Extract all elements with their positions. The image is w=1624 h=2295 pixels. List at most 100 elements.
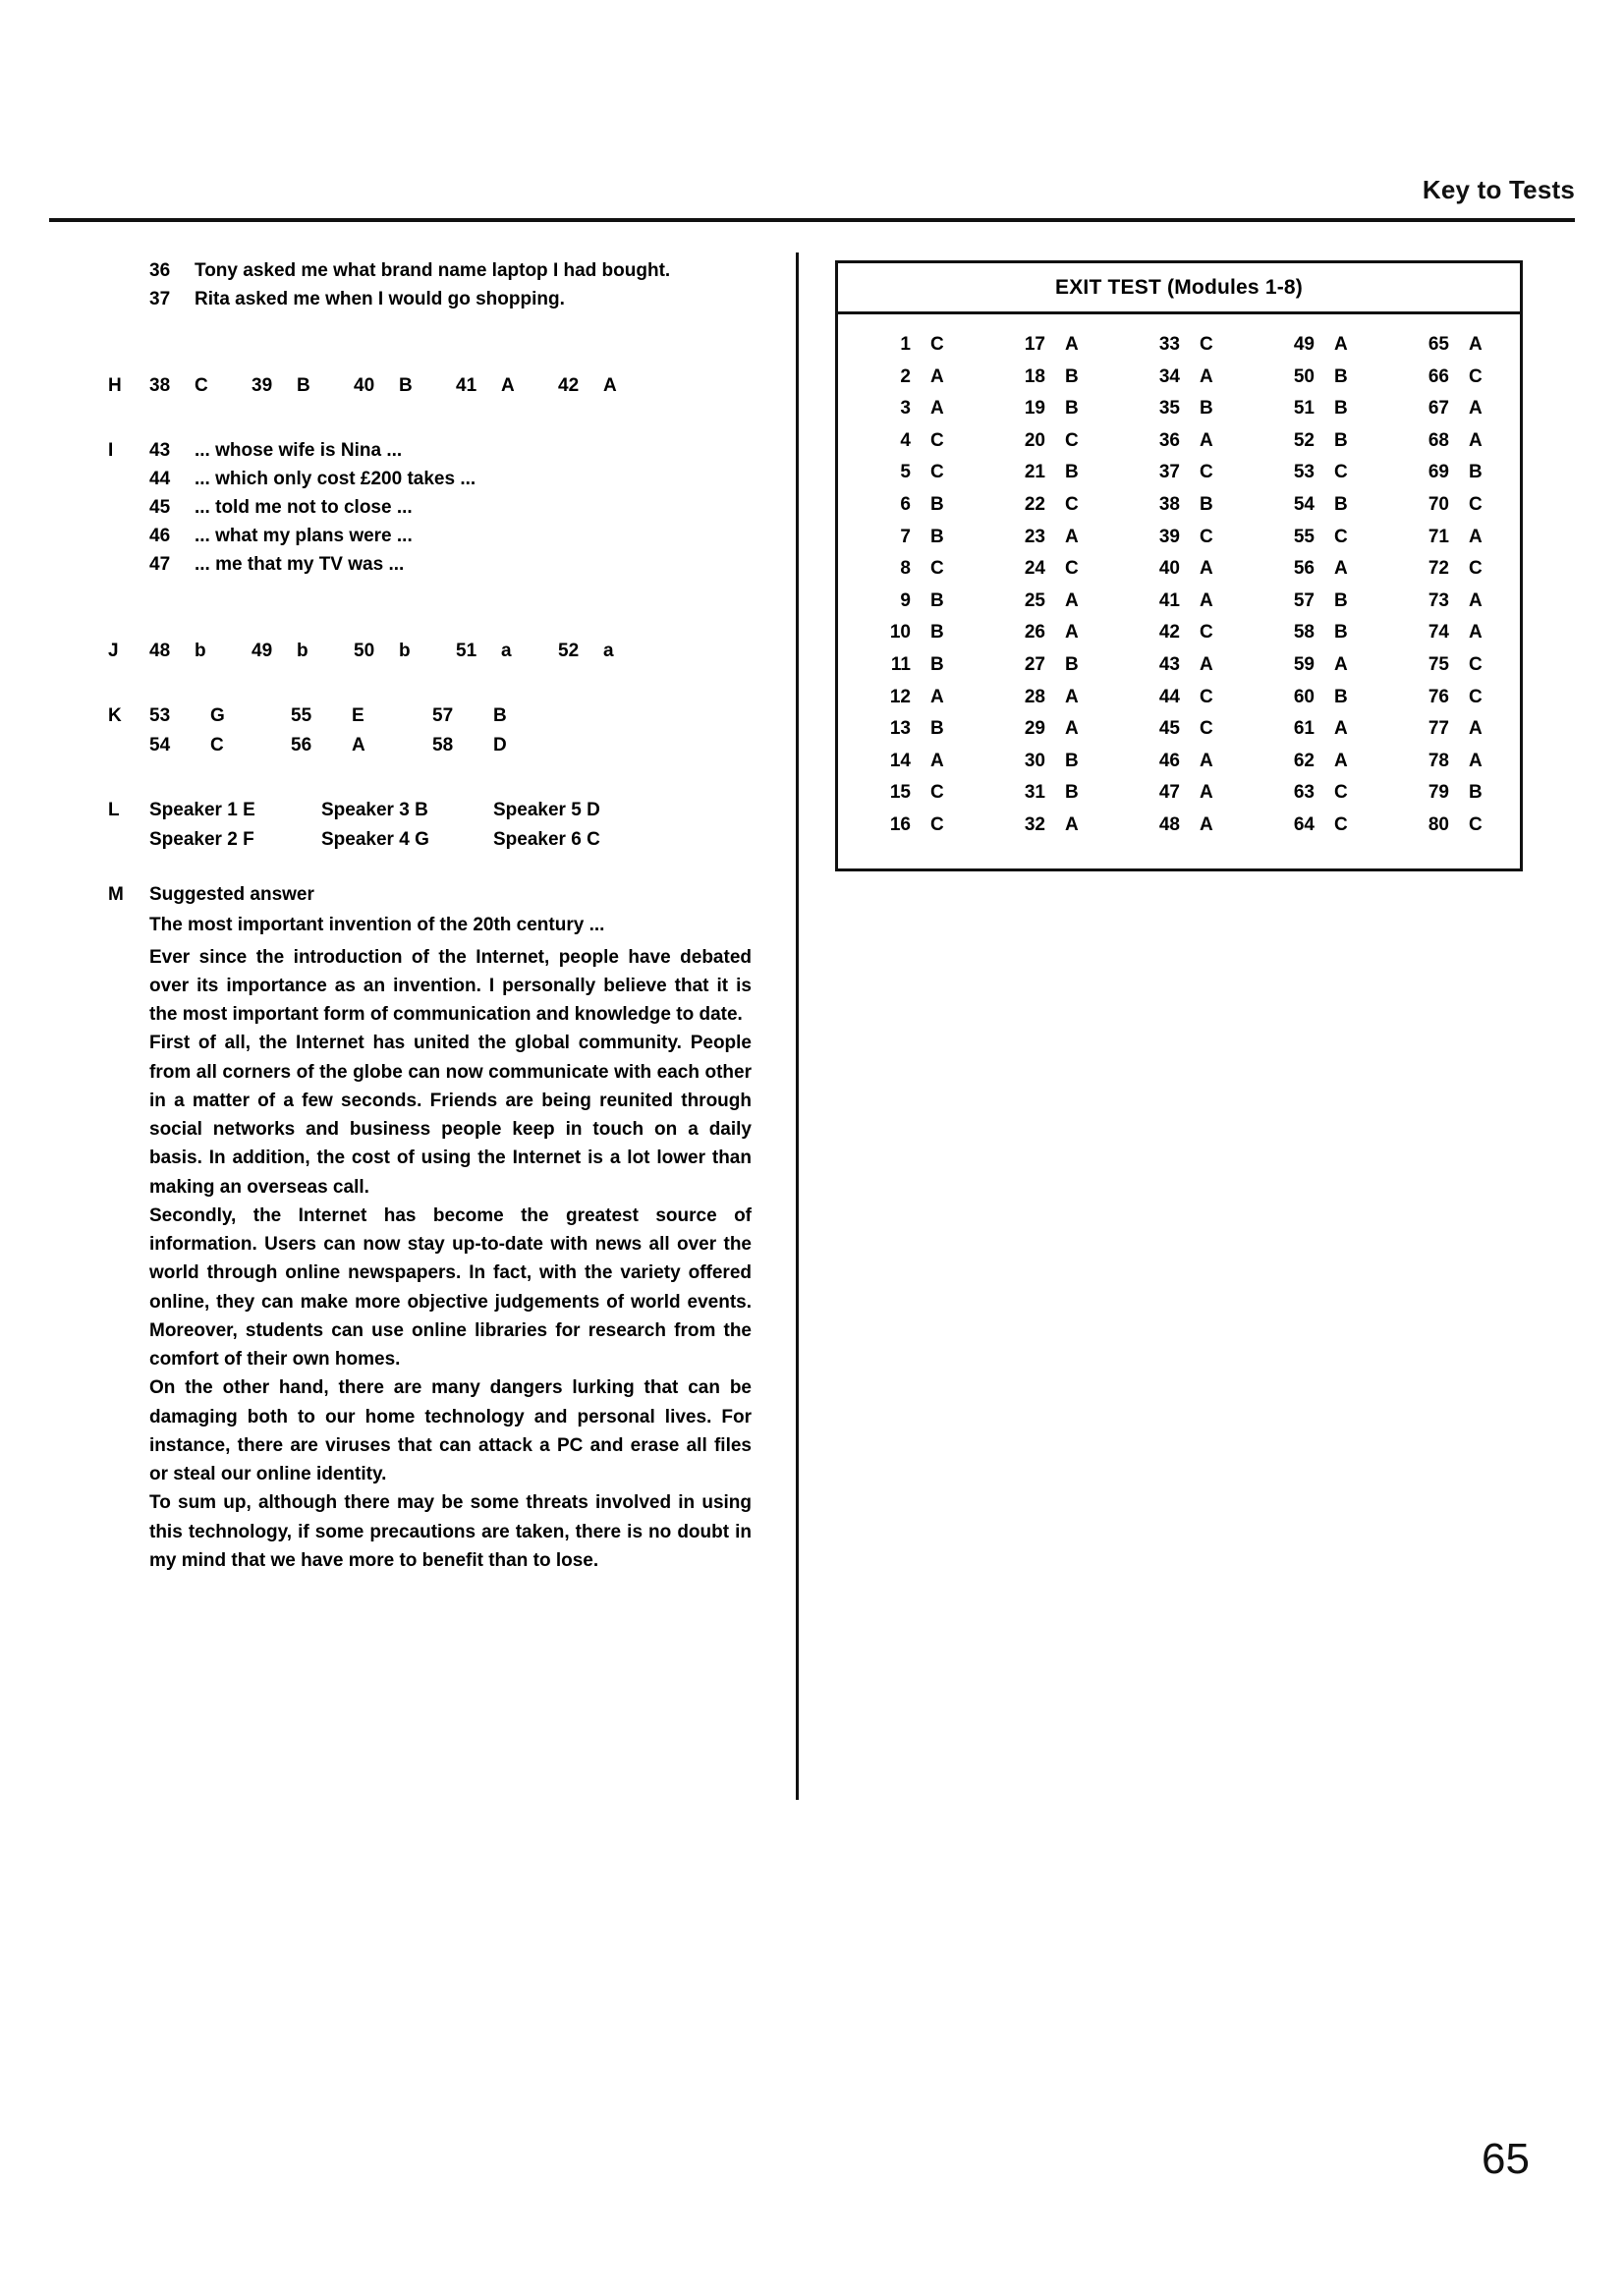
question-number: 76 bbox=[1428, 686, 1449, 707]
answer-letter: A bbox=[603, 375, 617, 396]
answer-letter: B bbox=[930, 493, 944, 515]
question-number: 4 bbox=[900, 429, 911, 451]
question-number: 10 bbox=[889, 622, 911, 644]
answer-letter: C bbox=[1334, 813, 1348, 835]
table-row: 38 B bbox=[1133, 494, 1225, 527]
essay-paragraph: First of all, the Internet has united th… bbox=[149, 1033, 752, 1198]
table-row: 1C bbox=[864, 334, 956, 366]
answer-letter: B bbox=[1334, 493, 1348, 515]
page-title: Key to Tests bbox=[1422, 175, 1575, 204]
answer-letter: A bbox=[1065, 622, 1079, 644]
question-number: 50 bbox=[1293, 365, 1315, 387]
item-number: 43 bbox=[149, 440, 171, 461]
table-row: 72 C bbox=[1402, 558, 1494, 590]
section-letter-m: M bbox=[108, 884, 124, 905]
table-row: 39 C bbox=[1133, 527, 1225, 559]
answer-letter: C bbox=[1200, 622, 1213, 644]
list-item: 36 Tony asked me what brand name laptop … bbox=[108, 260, 752, 282]
table-row: 29 A bbox=[998, 718, 1091, 751]
answer-pair: 57 B bbox=[432, 705, 574, 727]
question-number: 15 bbox=[889, 782, 911, 804]
table-row: 52 B bbox=[1267, 430, 1360, 463]
question-number: 47 bbox=[1158, 782, 1180, 804]
exit-test-title: EXIT TEST (Modules 1-8) bbox=[838, 263, 1520, 314]
table-row: Speaker 2 F Speaker 4 G Speaker 6 C bbox=[108, 829, 752, 851]
question-number: 59 bbox=[1293, 653, 1315, 675]
question-number: 32 bbox=[1024, 813, 1045, 835]
answer-pair: 42 A bbox=[558, 375, 660, 397]
header-divider-rule bbox=[49, 218, 1575, 222]
table-row: 61 A bbox=[1267, 718, 1360, 751]
table-row: 79 B bbox=[1402, 782, 1494, 814]
table-row: 45 C bbox=[1133, 718, 1225, 751]
question-number: 44 bbox=[1158, 686, 1180, 707]
answer-letter: A bbox=[1469, 429, 1483, 451]
question-number: 55 bbox=[1293, 526, 1315, 547]
answer-letter: A bbox=[352, 735, 365, 756]
list-item: 37 Rita asked me when I would go shoppin… bbox=[108, 289, 752, 310]
section-h: H 38 C 39 B 40 B 41 A 42 A bbox=[108, 375, 752, 397]
answer-letter: C bbox=[1469, 653, 1483, 675]
answer-letter: C bbox=[1469, 686, 1483, 707]
answer-letter: A bbox=[1065, 813, 1079, 835]
table-row: 57 B bbox=[1267, 590, 1360, 623]
question-number: 63 bbox=[1293, 782, 1315, 804]
answer-letter: C bbox=[195, 375, 208, 396]
exit-test-column-1: 1C 2A 3A 4C 5C 6B 7B 8C 9B 10 B 11 B 12 A 1… bbox=[864, 334, 956, 847]
answer-pair: 49 b bbox=[252, 641, 354, 662]
question-number: 64 bbox=[1293, 813, 1315, 835]
table-row: 23 A bbox=[998, 527, 1091, 559]
section-letter-i: I bbox=[108, 440, 114, 461]
answer-letter: A bbox=[1065, 526, 1079, 547]
question-number: 7 bbox=[900, 526, 911, 547]
speaker-answer: Speaker 6 C bbox=[493, 829, 600, 850]
section-m-body: The most important invention of the 20th… bbox=[149, 912, 752, 1575]
answer-letter: C bbox=[930, 462, 944, 483]
answer-letter: b bbox=[195, 641, 206, 661]
answer-letter: A bbox=[930, 398, 944, 420]
question-number: 9 bbox=[900, 589, 911, 611]
table-row: 14 A bbox=[864, 751, 956, 783]
table-row: 7B bbox=[864, 527, 956, 559]
section-l: L Speaker 1 E Speaker 3 B Speaker 5 D Sp… bbox=[108, 800, 752, 851]
question-number: 13 bbox=[889, 718, 911, 740]
table-row: 71 A bbox=[1402, 527, 1494, 559]
answer-letter: C bbox=[1200, 334, 1213, 355]
table-row: 6B bbox=[864, 494, 956, 527]
right-column: EXIT TEST (Modules 1-8) 1C 2A 3A 4C 5C 6… bbox=[835, 260, 1523, 871]
table-row: 48 A bbox=[1133, 814, 1225, 847]
question-number: 49 bbox=[1293, 334, 1315, 355]
item-text: Tony asked me what brand name laptop I h… bbox=[195, 260, 671, 281]
answer-letter: A bbox=[1334, 334, 1348, 355]
table-row: 54 B bbox=[1267, 494, 1360, 527]
table-row: 50 B bbox=[1267, 366, 1360, 399]
question-number: 71 bbox=[1428, 526, 1449, 547]
question-number: 41 bbox=[456, 375, 477, 396]
answer-letter: A bbox=[1200, 558, 1213, 580]
table-row: 70 C bbox=[1402, 494, 1494, 527]
speaker-answer: Speaker 5 D bbox=[493, 800, 600, 820]
answer-letter: A bbox=[1065, 718, 1079, 740]
answer-letter: C bbox=[1065, 558, 1079, 580]
page-body: 36 Tony asked me what brand name laptop … bbox=[49, 252, 1575, 2118]
answer-letter: B bbox=[493, 705, 507, 726]
table-row: 55 C bbox=[1267, 527, 1360, 559]
page-number: 65 bbox=[1482, 2135, 1530, 2183]
answer-letter: b bbox=[297, 641, 308, 661]
answer-letter: A bbox=[1200, 429, 1213, 451]
answer-letter: B bbox=[1065, 462, 1079, 483]
table-row: 47 A bbox=[1133, 782, 1225, 814]
table-row: 32 A bbox=[998, 814, 1091, 847]
answer-letter: A bbox=[1065, 686, 1079, 707]
answer-letter: B bbox=[1065, 398, 1079, 420]
question-number: 21 bbox=[1024, 462, 1045, 483]
table-row: 78 A bbox=[1402, 751, 1494, 783]
essay-title: The most important invention of the 20th… bbox=[149, 915, 605, 935]
answer-letter: a bbox=[603, 641, 614, 661]
list-item: 46 ... what my plans were ... bbox=[108, 526, 752, 547]
table-row: 58 B bbox=[1267, 622, 1360, 654]
table-row: 41 A bbox=[1133, 590, 1225, 623]
